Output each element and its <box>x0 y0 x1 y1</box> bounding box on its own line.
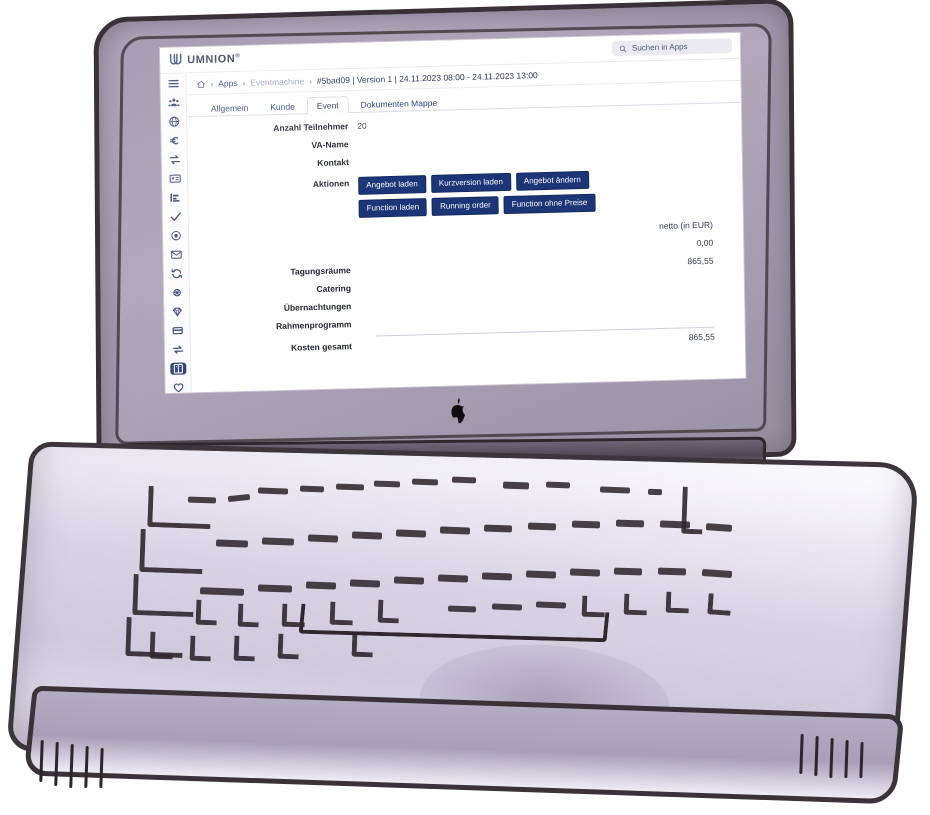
action-button-group: Angebot laden Kurzversion laden Angebot … <box>358 170 639 218</box>
diamond-icon <box>172 307 182 317</box>
sidebar-item-transfer[interactable] <box>167 153 181 165</box>
sidebar-item-eventmachine[interactable] <box>169 362 186 375</box>
field-label: Anzahl Teilnehmer <box>273 121 349 134</box>
cost-label: Übernachtungen <box>283 301 352 313</box>
cost-value[interactable] <box>360 290 730 312</box>
sidebar-item-tasks[interactable] <box>168 210 182 222</box>
sidebar-item-finance[interactable] <box>167 134 181 146</box>
globe-icon <box>168 116 179 127</box>
sidebar-item-favorites[interactable] <box>171 382 185 394</box>
sidebar-item-sync[interactable] <box>169 267 183 279</box>
cost-value[interactable] <box>360 272 730 294</box>
brand-name: UMNION <box>187 52 236 66</box>
sidebar-item-preview[interactable] <box>169 229 183 241</box>
field-label: Aktionen <box>312 178 350 190</box>
field-label: VA-Name <box>311 139 349 151</box>
app-screen: UMNION® Suchen in Apps › Apps › Eventmac… <box>160 32 746 394</box>
sidebar-item-mail[interactable] <box>169 248 183 260</box>
sidebar-item-globe[interactable] <box>167 115 181 127</box>
search-placeholder: Suchen in Apps <box>631 42 688 53</box>
participants-value[interactable]: 20 <box>357 110 727 132</box>
cost-label: Rahmenprogramm <box>275 319 352 332</box>
function-ohne-preise-button[interactable]: Function ohne Preise <box>503 193 596 215</box>
cost-value[interactable]: 0,00 <box>359 236 729 258</box>
sidebar-item-contacts[interactable] <box>166 96 180 108</box>
hamburger-menu-icon <box>167 79 179 88</box>
search-input[interactable]: Suchen in Apps <box>611 38 733 57</box>
cost-value[interactable]: 865,55 <box>360 254 730 276</box>
field-label: Kontakt <box>317 157 349 168</box>
apple-logo-icon <box>448 397 467 428</box>
id-card-icon <box>169 174 181 183</box>
cost-label <box>189 246 359 250</box>
total-label: Kosten gesamt <box>290 341 353 353</box>
cost-value[interactable] <box>360 308 730 330</box>
vaname-value[interactable] <box>357 128 727 150</box>
heart-icon <box>173 383 183 393</box>
network-icon <box>172 288 181 297</box>
cost-label: Tagungsräume <box>290 265 351 277</box>
search-icon <box>619 45 627 52</box>
eye-icon <box>170 230 181 241</box>
event-form: Anzahl Teilnehmer 20 VA-Name Kontakt Akt… <box>187 103 745 357</box>
app-content: › Apps › Eventmachine › #5bad09 | Versio… <box>186 58 746 393</box>
breadcrumb-separator: › <box>210 79 214 89</box>
sidebar-item-exchange[interactable] <box>170 344 184 356</box>
book-icon <box>173 363 183 374</box>
angebot-aendern-button[interactable]: Angebot ändern <box>515 170 589 191</box>
sidebar-item-quality[interactable] <box>170 306 184 318</box>
umnion-u-logo-icon <box>168 52 183 67</box>
breadcrumb-item-apps[interactable]: Apps <box>218 78 238 89</box>
field-aktionen: Aktionen Angebot laden Kurzversion laden… <box>188 167 728 222</box>
breadcrumb-separator: › <box>242 78 246 88</box>
people-group-icon <box>167 98 180 107</box>
tab-kunde[interactable]: Kunde <box>260 97 305 115</box>
angebot-laden-button[interactable]: Angebot laden <box>358 175 427 195</box>
brand-registered-mark: ® <box>235 52 241 59</box>
sidebar-item-id-card[interactable] <box>168 172 182 184</box>
tab-event[interactable]: Event <box>306 96 349 115</box>
mail-icon <box>170 250 182 259</box>
illustration-canvas: UMNION® Suchen in Apps › Apps › Eventmac… <box>0 0 930 815</box>
breadcrumb-item-current: #5bad09 | Version 1 | 24.11.2023 08:00 -… <box>316 70 538 86</box>
breadcrumb-item-eventmachine[interactable]: Eventmachine <box>250 76 304 87</box>
home-icon[interactable] <box>197 79 206 88</box>
exchange-icon <box>172 345 183 354</box>
sidebar-item-card[interactable] <box>170 325 184 337</box>
sidebar-item-menu[interactable] <box>166 77 180 89</box>
euro-icon <box>169 136 178 145</box>
brand[interactable]: UMNION® <box>168 51 240 68</box>
costs-column-header: netto (in EUR) <box>658 219 713 232</box>
running-order-button[interactable]: Running order <box>431 196 499 216</box>
cost-label: Catering <box>316 283 352 295</box>
tab-allgemein[interactable]: Allgemein <box>201 98 259 117</box>
card-icon <box>172 327 183 335</box>
transfer-arrows-icon <box>169 155 180 165</box>
kontakt-value[interactable] <box>358 146 728 168</box>
sidebar-item-reports[interactable] <box>168 191 182 203</box>
sidebar-item-network[interactable] <box>169 287 183 299</box>
sync-icon <box>171 269 182 279</box>
check-icon <box>170 212 181 221</box>
bar-chart-icon <box>169 193 180 202</box>
breadcrumb-separator: › <box>309 76 312 86</box>
kurzversion-laden-button[interactable]: Kurzversion laden <box>430 172 512 193</box>
function-laden-button[interactable]: Function laden <box>358 198 428 218</box>
tab-dokumenten-mappe[interactable]: Dokumenten Mappe <box>350 94 447 114</box>
